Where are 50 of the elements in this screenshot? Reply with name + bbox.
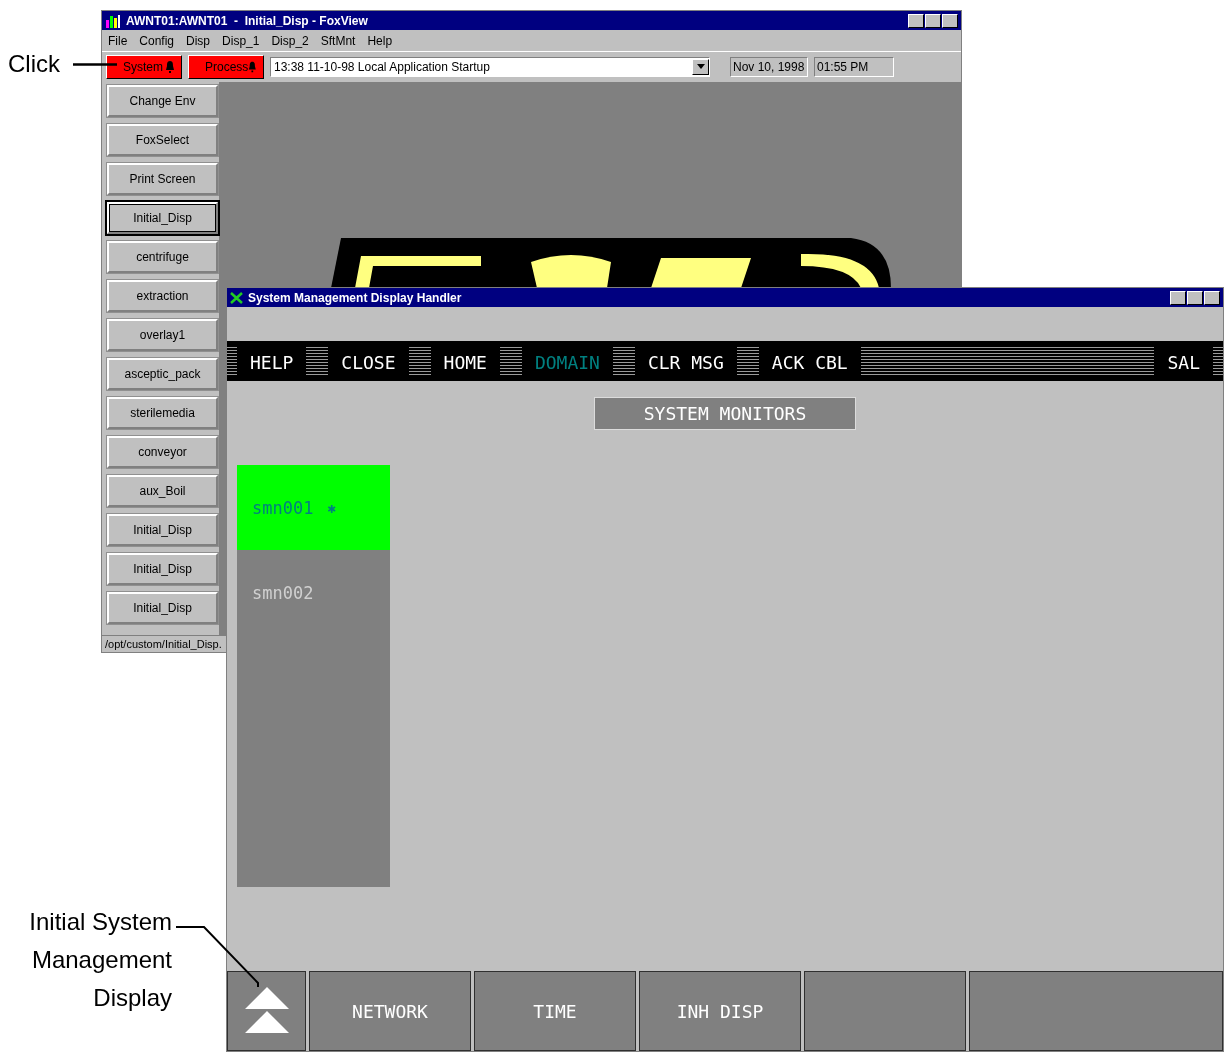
menu-item[interactable]: File <box>108 33 128 48</box>
display-button[interactable]: extraction <box>107 280 218 312</box>
display-button[interactable]: Change Env <box>107 85 218 117</box>
window-title: System Management Display Handler <box>248 290 463 305</box>
function-button[interactable]: INH DISP <box>639 971 801 1051</box>
display-button[interactable]: Initial_Disp <box>107 514 218 546</box>
function-button[interactable]: TIME <box>474 971 636 1051</box>
date-field: Nov 10, 1998 <box>730 57 808 77</box>
display-button[interactable]: asceptic_pack <box>107 358 218 390</box>
double-up-icon <box>244 987 289 1035</box>
window-title: AWNT01:AWNT01 - Initial_Disp - FoxView <box>126 13 369 28</box>
menu-item[interactable]: SftMnt <box>320 33 356 48</box>
panel-title: SYSTEM MONITORS <box>594 397 856 430</box>
minimize-button[interactable] <box>1170 290 1186 305</box>
maximize-button[interactable] <box>1187 290 1203 305</box>
bell-icon <box>248 61 257 73</box>
display-button[interactable]: aux_Boil <box>107 475 218 507</box>
minimize-button[interactable] <box>908 13 924 28</box>
display-button[interactable]: overlay1 <box>107 319 218 351</box>
time-field: 01:55 PM <box>814 57 894 77</box>
callout-label: Initial System Management Display <box>28 907 172 1013</box>
display-button[interactable]: centrifuge <box>107 241 218 273</box>
menu-item[interactable]: Disp <box>186 33 211 48</box>
up-button[interactable] <box>227 971 306 1051</box>
display-button[interactable]: Initial_Disp <box>107 592 218 624</box>
restore-button[interactable] <box>925 13 941 28</box>
close-button[interactable] <box>1204 290 1220 305</box>
display-button[interactable]: conveyor <box>107 436 218 468</box>
monitor-item[interactable]: smn001 ✱ <box>237 465 390 550</box>
x-icon <box>230 291 243 304</box>
display-button[interactable]: FoxSelect <box>107 124 218 156</box>
bell-icon <box>165 61 175 73</box>
message-dropdown[interactable]: 13:38 11-10-98 Local Application Startup <box>270 57 710 77</box>
display-button[interactable]: Initial_Disp <box>107 553 218 585</box>
alarm-button[interactable]: System <box>106 55 182 79</box>
display-button[interactable]: Initial_Disp <box>107 202 218 234</box>
callout-label: Click <box>8 49 61 79</box>
menu-item[interactable]: Help <box>367 33 393 48</box>
function-button[interactable] <box>804 971 966 1051</box>
alarm-button[interactable]: Process <box>188 55 264 79</box>
leader-line <box>73 63 117 66</box>
menu-item[interactable]: Disp_1 <box>222 33 260 48</box>
display-button[interactable]: Print Screen <box>107 163 218 195</box>
function-button[interactable] <box>969 971 1223 1051</box>
menu-item[interactable]: Disp_2 <box>271 33 309 48</box>
close-button[interactable] <box>942 13 958 28</box>
display-button[interactable]: sterilemedia <box>107 397 218 429</box>
app-icon <box>105 13 121 28</box>
function-button[interactable]: NETWORK <box>309 971 471 1051</box>
menu-item[interactable]: Config <box>139 33 175 48</box>
